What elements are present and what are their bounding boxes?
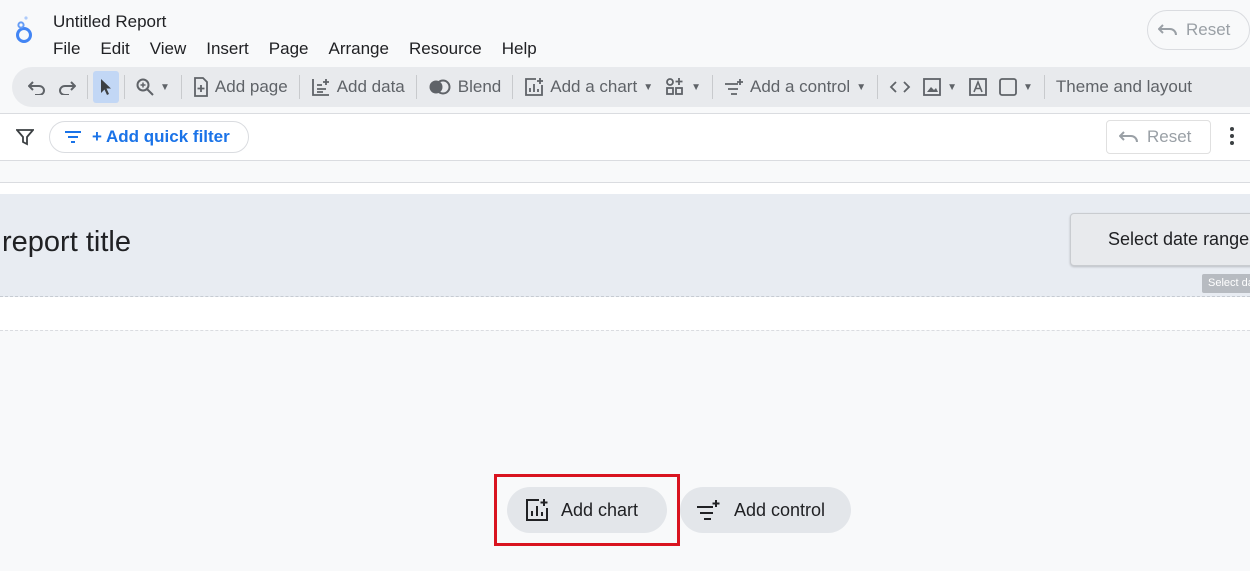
zoom-icon bbox=[136, 78, 154, 96]
menu-insert[interactable]: Insert bbox=[196, 38, 259, 60]
toolbar-divider bbox=[1043, 75, 1045, 99]
menu-edit[interactable]: Edit bbox=[90, 38, 139, 60]
menu-view[interactable]: View bbox=[140, 38, 197, 60]
image-button[interactable]: ▼ bbox=[917, 71, 963, 103]
filter-reset-button[interactable]: Reset bbox=[1106, 120, 1211, 154]
zoom-button[interactable]: ▼ bbox=[130, 71, 176, 103]
menu-file[interactable]: File bbox=[53, 38, 90, 60]
looker-studio-logo-icon[interactable] bbox=[14, 14, 36, 44]
add-quick-filter-label: + Add quick filter bbox=[92, 127, 230, 146]
filter-icon[interactable] bbox=[16, 128, 34, 146]
chevron-down-icon: ▼ bbox=[947, 81, 958, 93]
filter-list-icon bbox=[64, 130, 82, 144]
menu-help[interactable]: Help bbox=[492, 38, 547, 60]
chevron-down-icon: ▼ bbox=[160, 81, 170, 93]
reset-label: Reset bbox=[1186, 20, 1231, 39]
add-a-control-label: Add a control bbox=[750, 77, 851, 96]
add-data-label: Add data bbox=[336, 77, 405, 96]
report-header-band[interactable] bbox=[0, 194, 1250, 297]
redo-button[interactable] bbox=[52, 71, 82, 103]
menu-page[interactable]: Page bbox=[259, 38, 319, 60]
chevron-down-icon: ▼ bbox=[691, 81, 702, 93]
add-page-button[interactable]: Add page bbox=[187, 71, 294, 103]
menu-bar: File Edit View Insert Page Arrange Resou… bbox=[53, 38, 547, 60]
redo-icon bbox=[58, 79, 76, 95]
text-box-icon bbox=[969, 78, 987, 96]
canvas-guide-line bbox=[0, 330, 1250, 331]
add-control-icon bbox=[724, 78, 744, 96]
toolbar-divider bbox=[512, 75, 514, 99]
add-chart-icon bbox=[524, 77, 544, 97]
filter-bar: + Add quick filter Reset bbox=[0, 113, 1250, 161]
embed-url-button[interactable] bbox=[883, 71, 917, 103]
code-icon bbox=[889, 80, 911, 94]
toolbar-divider bbox=[87, 75, 88, 99]
menu-arrange[interactable]: Arrange bbox=[318, 38, 398, 60]
add-quick-filter-button[interactable]: + Add quick filter bbox=[49, 121, 249, 153]
image-icon bbox=[923, 78, 942, 96]
chevron-down-icon: ▼ bbox=[643, 81, 654, 93]
community-viz-button[interactable]: ▼ bbox=[659, 71, 707, 103]
theme-and-layout-button[interactable]: Theme and layout bbox=[1050, 71, 1198, 103]
blend-label: Blend bbox=[457, 77, 502, 96]
toolbar-divider bbox=[877, 75, 879, 99]
chevron-down-icon: ▼ bbox=[856, 81, 867, 93]
date-range-tooltip: Select date range bbox=[1202, 274, 1250, 293]
toolbar-divider bbox=[415, 75, 417, 99]
add-control-label: Add control bbox=[734, 499, 826, 520]
toolbar-divider bbox=[298, 75, 300, 99]
shape-button[interactable]: ▼ bbox=[993, 71, 1039, 103]
undo-reset-icon bbox=[1119, 130, 1139, 144]
more-vert-icon[interactable] bbox=[1229, 126, 1235, 146]
add-control-icon bbox=[696, 499, 722, 521]
reset-button[interactable]: Reset bbox=[1147, 10, 1250, 50]
add-data-button[interactable]: Add data bbox=[305, 71, 411, 103]
report-name[interactable]: Untitled Report bbox=[53, 12, 166, 32]
add-page-label: Add page bbox=[214, 77, 288, 96]
community-visualization-icon bbox=[665, 77, 685, 97]
select-tool-button[interactable] bbox=[93, 71, 119, 103]
cursor-icon bbox=[99, 78, 113, 96]
square-icon bbox=[999, 78, 1017, 96]
toolbar: ▼ Add page Add data Blend Add a chart ▼ … bbox=[12, 67, 1250, 107]
date-range-control[interactable]: Select date range bbox=[1070, 213, 1250, 266]
add-page-icon bbox=[193, 77, 209, 97]
chevron-down-icon: ▼ bbox=[1023, 81, 1033, 93]
undo-icon bbox=[28, 79, 46, 95]
add-control-button[interactable]: Add control bbox=[680, 487, 851, 533]
toolbar-divider bbox=[180, 75, 182, 99]
text-box-button[interactable] bbox=[963, 71, 993, 103]
app-header: Untitled Report File Edit View Insert Pa… bbox=[0, 0, 1250, 113]
filter-reset-label: Reset bbox=[1147, 127, 1192, 146]
undo-button[interactable] bbox=[22, 71, 52, 103]
toolbar-divider bbox=[712, 75, 714, 99]
menu-resource[interactable]: Resource bbox=[399, 38, 492, 60]
toolbar-divider bbox=[124, 75, 125, 99]
report-title[interactable]: report title bbox=[2, 226, 131, 259]
theme-and-layout-label: Theme and layout bbox=[1055, 77, 1193, 96]
add-data-icon bbox=[311, 77, 331, 97]
add-a-chart-label: Add a chart bbox=[550, 77, 638, 96]
blend-icon bbox=[428, 79, 452, 95]
add-a-chart-button[interactable]: Add a chart ▼ bbox=[518, 71, 659, 103]
add-a-control-button[interactable]: Add a control ▼ bbox=[718, 71, 872, 103]
undo-reset-icon bbox=[1158, 23, 1178, 37]
blend-button[interactable]: Blend bbox=[422, 71, 507, 103]
highlight-box bbox=[494, 474, 680, 546]
